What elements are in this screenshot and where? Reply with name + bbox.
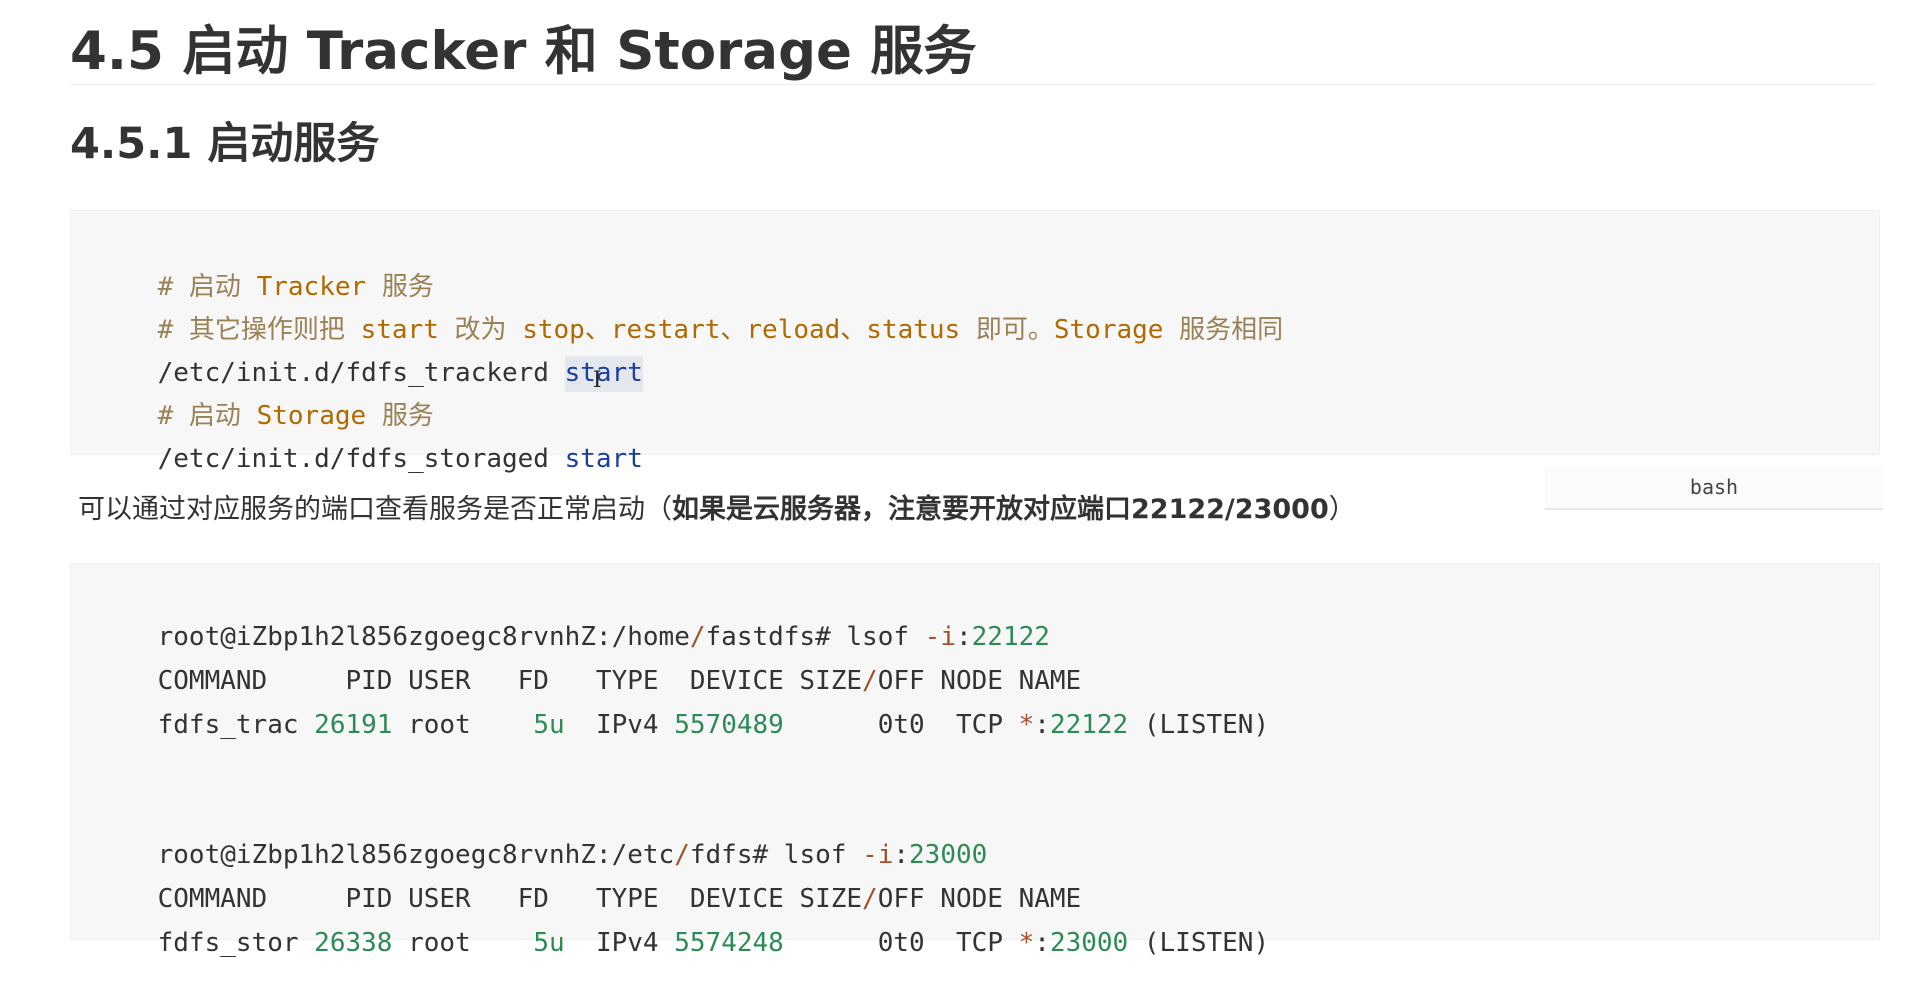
code-line: # 其它操作则把 start 改为 stop、restart、reload、st…: [95, 276, 1283, 345]
code-command: start: [564, 444, 643, 474]
row-type: IPv4: [564, 710, 675, 740]
paragraph-bold-text: 如果是云服务器，注意要开放对应端口22122/23000: [672, 494, 1329, 525]
table-header-line: COMMAND PID USER FD TYPE DEVICE SIZE/OFF…: [95, 627, 1082, 696]
selected-text[interactable]: start: [564, 356, 643, 392]
code-comment: 服务相同: [1163, 315, 1284, 345]
row-star: *: [1018, 710, 1035, 740]
code-block-lsof-output[interactable]: root@iZbp1h2l856zgoegc8rvnhZ:/home/fastd…: [70, 563, 1880, 958]
row-user: root: [392, 710, 534, 740]
row-port: 22122: [1049, 710, 1129, 740]
row-type: IPv4: [564, 928, 675, 958]
body-paragraph: 可以通过对应服务的端口查看服务是否正常启动（如果是云服务器，注意要开放对应端口2…: [78, 490, 1356, 530]
code-comment: 即可。: [960, 315, 1054, 345]
row-state: (LISTEN): [1128, 928, 1270, 958]
section-heading-4-5: 4.5 启动 Tracker 和 Storage 服务: [70, 21, 977, 82]
row-node: TCP: [924, 928, 1019, 958]
code-line: # 启动 Storage 服务: [95, 362, 434, 431]
table-row: fdfs_trac 26191 root 5u IPv4 5570489 0t0…: [95, 671, 1269, 740]
row-size: 0t0: [783, 710, 925, 740]
table-row: fdfs_stor 26338 root 5u IPv4 5574248 0t0…: [95, 889, 1269, 958]
row-device: 5570489: [674, 710, 784, 740]
row-state: (LISTEN): [1128, 710, 1270, 740]
row-command: fdfs_trac: [157, 710, 315, 740]
paragraph-text: 可以通过对应服务的端口查看服务是否正常启动（: [78, 494, 672, 525]
row-star: *: [1018, 928, 1035, 958]
code-path: /etc/init.d/fdfs_storaged: [157, 444, 565, 474]
row-user: root: [392, 928, 534, 958]
row-colon: :: [1034, 928, 1050, 958]
terminal-prompt-line: root@iZbp1h2l856zgoegc8rvnhZ:/etc/fdfs# …: [95, 801, 988, 870]
row-device: 5574248: [674, 928, 784, 958]
row-pid: 26338: [314, 928, 393, 958]
code-command: start: [564, 358, 643, 388]
row-fd: 5u: [533, 710, 565, 740]
row-command: fdfs_stor: [157, 928, 315, 958]
code-block-start-services[interactable]: # 启动 Tracker 服务 # 其它操作则把 start 改为 stop、r…: [70, 210, 1880, 474]
row-port: 23000: [1049, 928, 1129, 958]
row-fd: 5u: [533, 928, 565, 958]
heading-divider: [70, 84, 1876, 85]
code-line: /etc/init.d/fdfs_trackerd start: [95, 319, 643, 399]
row-colon: :: [1034, 710, 1050, 740]
code-language-label[interactable]: bash: [1545, 466, 1883, 510]
table-header-line: COMMAND PID USER FD TYPE DEVICE SIZE/OFF…: [95, 845, 1082, 914]
terminal-prompt-line: root@iZbp1h2l856zgoegc8rvnhZ:/home/fastd…: [95, 583, 1050, 652]
row-node: TCP: [924, 710, 1019, 740]
paragraph-close: ）: [1328, 494, 1356, 525]
code-line: # 启动 Tracker 服务: [95, 233, 434, 302]
code-line: /etc/init.d/fdfs_storaged start: [95, 405, 643, 474]
subsection-heading-4-5-1: 4.5.1 启动服务: [70, 119, 380, 169]
row-pid: 26191: [314, 710, 393, 740]
code-keyword: Storage: [1053, 315, 1164, 345]
row-size: 0t0: [783, 928, 925, 958]
